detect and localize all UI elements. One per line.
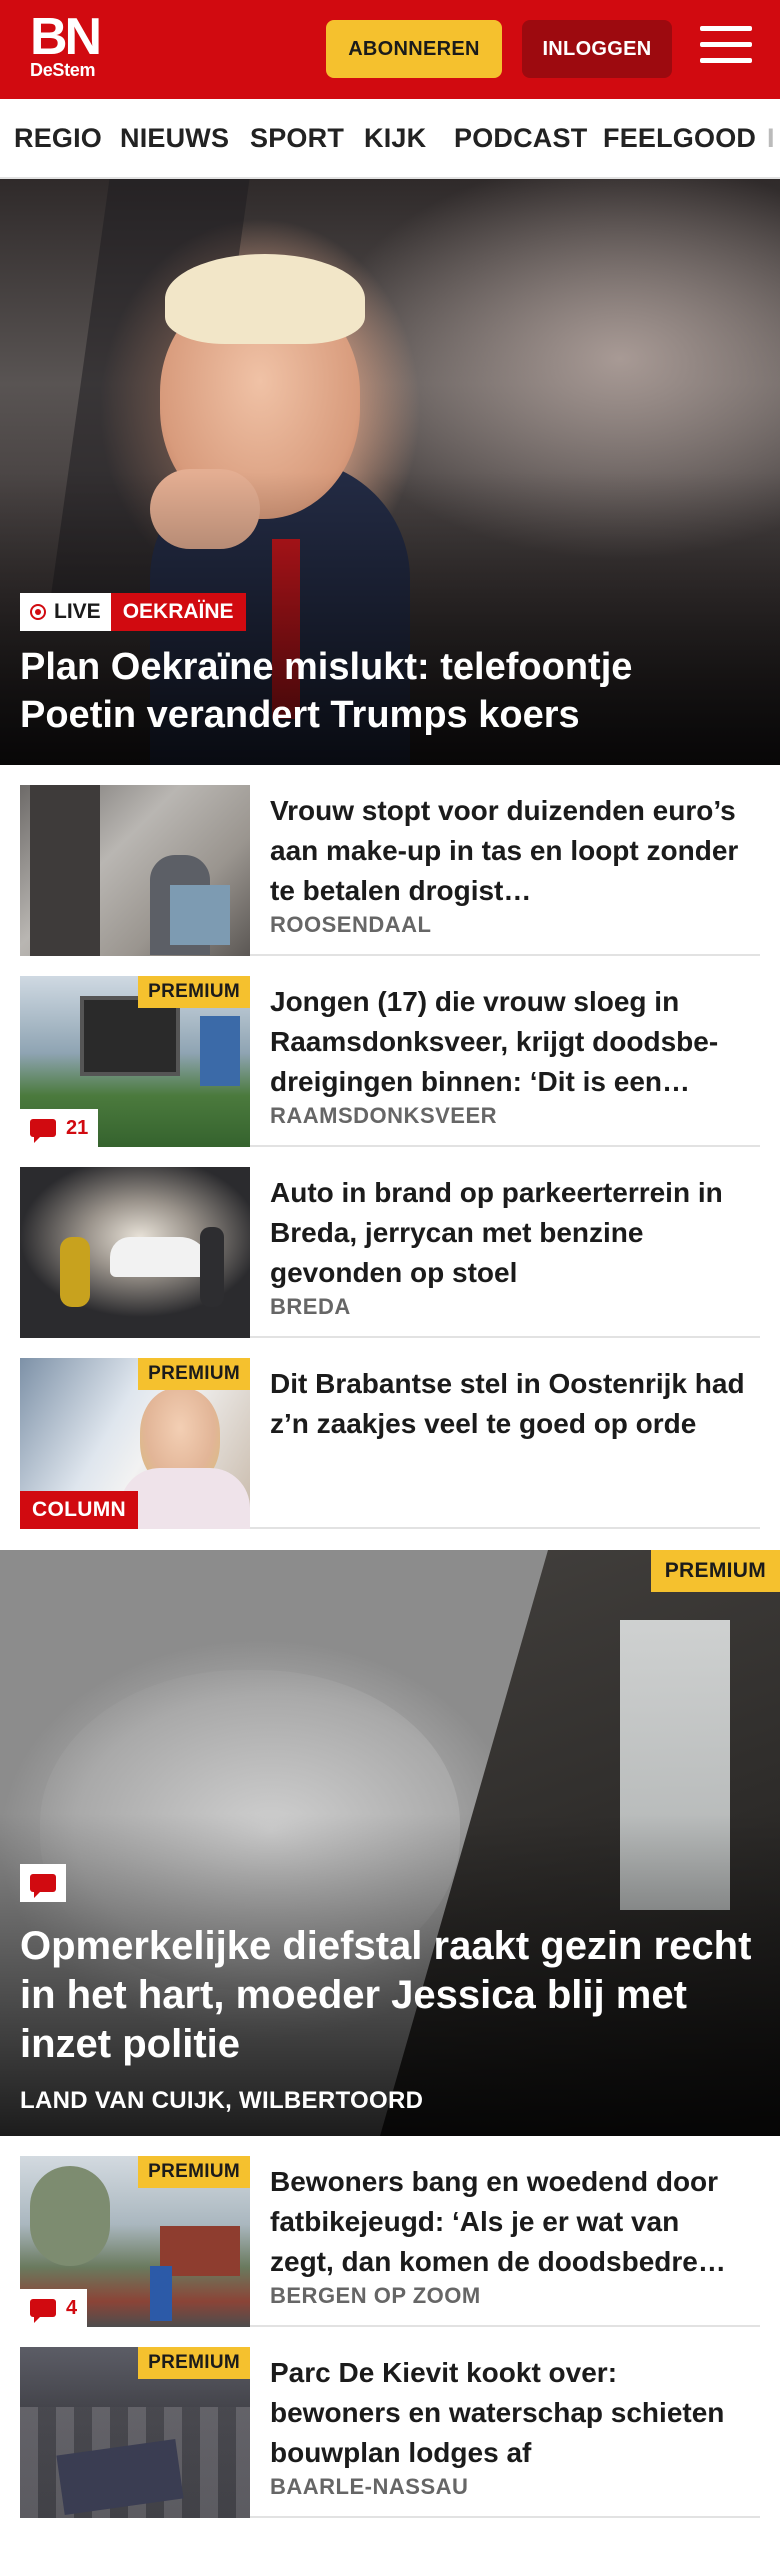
article-title[interactable]: Bewoners bang en woedend door fatbikejeu… <box>270 2162 750 2282</box>
premium-badge: PREMIUM <box>138 2156 250 2188</box>
article-thumbnail: PREMIUM 21 <box>20 976 250 1147</box>
premium-badge: PREMIUM <box>138 2347 250 2379</box>
comment-count[interactable]: 4 <box>20 2289 88 2327</box>
hero-badges: LIVE OEKRAÏNE <box>20 593 246 631</box>
nav-item-nieuws[interactable]: NIEUWS <box>120 123 229 154</box>
article-location: RAAMSDONKSVEER <box>270 1103 498 1128</box>
site-logo[interactable]: BN DeStem <box>30 8 130 81</box>
section-nav: REGIO NIEUWS SPORT KIJK PODCAST FEELGOOD… <box>0 99 780 179</box>
comment-bubble-icon <box>30 2299 56 2323</box>
column-tag: COLUMN <box>20 1491 138 1529</box>
article-thumbnail <box>20 785 250 956</box>
topic-tag[interactable]: OEKRAÏNE <box>110 593 246 631</box>
premium-badge: PREMIUM <box>650 1550 780 1592</box>
hamburger-menu-icon[interactable] <box>700 26 752 70</box>
nav-item-more[interactable]: I <box>767 123 775 154</box>
article-thumbnail <box>20 1167 250 1338</box>
feature-title[interactable]: Opmerkelijke diefstal raakt gezin recht … <box>20 1922 760 2069</box>
live-badge: LIVE <box>20 593 111 631</box>
nav-item-podcast[interactable]: PODCAST <box>454 123 587 154</box>
nav-item-kijk[interactable]: KIJK <box>364 123 426 154</box>
article-thumbnail: PREMIUM COLUMN <box>20 1358 250 1529</box>
feature-article[interactable]: PREMIUM Opmerkelijke diefstal raakt gezi… <box>0 1550 780 2136</box>
live-dot-icon <box>30 604 46 620</box>
live-badge-label: LIVE <box>54 600 101 623</box>
article-title[interactable]: Vrouw stopt voor duizenden euro’s aan ma… <box>270 791 750 911</box>
article-thumbnail: PREMIUM 4 <box>20 2156 250 2327</box>
article-thumbnail: PREMIUM <box>20 2347 250 2518</box>
comment-count[interactable]: 21 <box>20 1109 99 1147</box>
list-item[interactable]: PREMIUM 21 Jongen (17) die vrouw sloeg i… <box>20 956 760 1147</box>
list-item[interactable]: PREMIUM COLUMN Dit Brabantse stel in Oos… <box>20 1338 760 1529</box>
comment-count-value: 4 <box>66 2296 78 2319</box>
subscribe-button[interactable]: ABONNEREN <box>326 20 502 78</box>
nav-item-feelgood[interactable]: FEELGOOD <box>603 123 756 154</box>
premium-badge: PREMIUM <box>138 1358 250 1390</box>
list-item[interactable]: Auto in brand op parkeerterrein in Breda… <box>20 1147 760 1338</box>
article-title[interactable]: Parc De Kievit kookt over: bewoners en w… <box>270 2353 750 2473</box>
comment-icon[interactable] <box>20 1864 66 1902</box>
feature-location: LAND VAN CUIJK, WILBERTOORD <box>20 2087 424 2114</box>
hero-article[interactable]: LIVE OEKRAÏNE Plan Oekraïne mislukt: tel… <box>0 179 780 765</box>
premium-badge: PREMIUM <box>138 976 250 1008</box>
top-bar: BN DeStem ABONNEREN INLOGGEN <box>0 0 780 99</box>
article-title[interactable]: Dit Brabantse stel in Oostenrijk had z’n… <box>270 1364 750 1444</box>
article-title[interactable]: Jongen (17) die vrouw sloeg in Raamsdonk… <box>270 982 750 1102</box>
comment-bubble-icon <box>30 1119 56 1143</box>
logo-main-text: BN <box>30 8 102 66</box>
login-button[interactable]: INLOGGEN <box>522 20 672 78</box>
article-title[interactable]: Auto in brand op parkeerterrein in Breda… <box>270 1173 750 1293</box>
logo-sub-text: DeStem <box>30 60 96 80</box>
nav-item-sport[interactable]: SPORT <box>250 123 344 154</box>
list-item[interactable]: PREMIUM 4 Bewoners bang en woedend door … <box>20 2136 760 2327</box>
article-location: BERGEN OP ZOOM <box>270 2283 481 2308</box>
list-item[interactable]: Vrouw stopt voor duizenden euro’s aan ma… <box>20 765 760 956</box>
nav-item-regio[interactable]: REGIO <box>14 123 102 154</box>
list-item[interactable]: PREMIUM Parc De Kievit kookt over: bewon… <box>20 2327 760 2518</box>
article-location: BAARLE-NASSAU <box>270 2474 469 2499</box>
article-location: BREDA <box>270 1294 351 1319</box>
comment-count-value: 21 <box>66 1116 89 1139</box>
article-location: ROOSENDAAL <box>270 912 432 937</box>
hero-title[interactable]: Plan Oekraïne mislukt: telefoontje Poeti… <box>20 643 740 739</box>
